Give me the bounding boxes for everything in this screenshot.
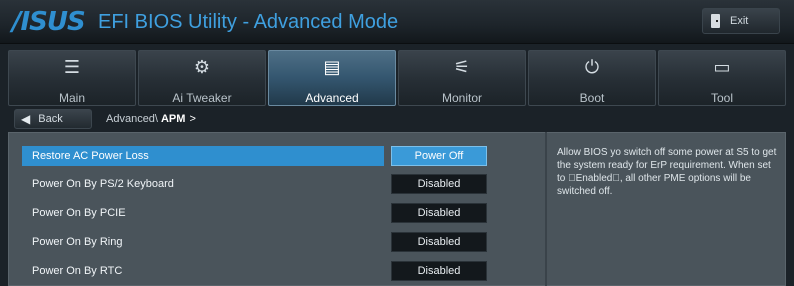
back-button[interactable]: ◀ Back — [14, 109, 92, 129]
setting-label: Power On By Ring — [32, 236, 123, 248]
title-bar: /ISUS EFI BIOS Utility - Advanced Mode E… — [0, 0, 794, 44]
setting-label: Restore AC Power Loss — [22, 146, 384, 166]
tool-icon: ▭ — [713, 57, 731, 78]
setting-label: Power On By PCIE — [32, 207, 126, 219]
tab-label: Ai Tweaker — [172, 91, 232, 105]
tab-label: Main — [58, 91, 85, 105]
help-text: Allow BIOS yo switch off some power at S… — [557, 147, 777, 197]
main-tabs: ☰ Main ⚙ Ai Tweaker ▤ Advanced ⚟ Monitor… — [8, 50, 786, 106]
asus-logo: /ISUS — [12, 7, 86, 37]
back-label: Back — [38, 113, 63, 125]
tab-label: Monitor — [441, 91, 482, 105]
breadcrumb-path[interactable]: Advanced\ — [106, 113, 158, 125]
exit-label: Exit — [730, 15, 749, 27]
tab-label: Advanced — [305, 91, 359, 105]
advanced-icon: ▤ — [323, 57, 341, 78]
setting-power-on-by-ps2-keyboard[interactable]: Power On By PS/2 Keyboard Disabled — [22, 170, 540, 198]
breadcrumb: ◀ Back Advanced\ APM > — [8, 108, 786, 130]
app-title: EFI BIOS Utility - Advanced Mode — [98, 11, 399, 33]
setting-label: Power On By RTC — [32, 265, 123, 277]
tab-monitor[interactable]: ⚟ Monitor — [398, 50, 526, 106]
setting-power-on-by-ring[interactable]: Power On By Ring Disabled — [22, 228, 540, 256]
setting-restore-ac-power-loss[interactable]: Restore AC Power Loss Power Off — [22, 142, 540, 170]
settings-list: Restore AC Power Loss Power Off Power On… — [22, 138, 540, 284]
power-icon: ⏻ — [584, 57, 600, 78]
breadcrumb-current: APM — [160, 113, 186, 125]
list-icon: ☰ — [63, 57, 81, 78]
tab-label: Tool — [710, 91, 733, 105]
exit-door-icon — [711, 14, 720, 28]
tab-boot[interactable]: ⏻ Boot — [528, 50, 656, 106]
setting-power-on-by-rtc[interactable]: Power On By RTC Disabled — [22, 257, 540, 285]
tab-advanced[interactable]: ▤ Advanced — [268, 50, 396, 106]
setting-value[interactable]: Disabled — [391, 261, 487, 281]
setting-value[interactable]: Disabled — [391, 203, 487, 223]
tab-tool[interactable]: ▭ Tool — [658, 50, 786, 106]
setting-power-on-by-pcie[interactable]: Power On By PCIE Disabled — [22, 199, 540, 227]
setting-value[interactable]: Power Off — [391, 146, 487, 166]
tweaker-icon: ⚙ — [193, 57, 211, 78]
setting-value[interactable]: Disabled — [391, 174, 487, 194]
tab-label: Boot — [579, 91, 605, 105]
back-arrow-icon: ◀ — [21, 112, 31, 126]
tab-main[interactable]: ☰ Main — [8, 50, 136, 106]
setting-value[interactable]: Disabled — [391, 232, 487, 252]
tab-ai-tweaker[interactable]: ⚙ Ai Tweaker — [138, 50, 266, 106]
setting-label: Power On By PS/2 Keyboard — [32, 178, 174, 190]
panel-divider — [545, 132, 547, 286]
monitor-icon: ⚟ — [453, 57, 471, 78]
breadcrumb-arrow: > — [189, 113, 196, 125]
exit-button[interactable]: Exit — [702, 8, 780, 34]
